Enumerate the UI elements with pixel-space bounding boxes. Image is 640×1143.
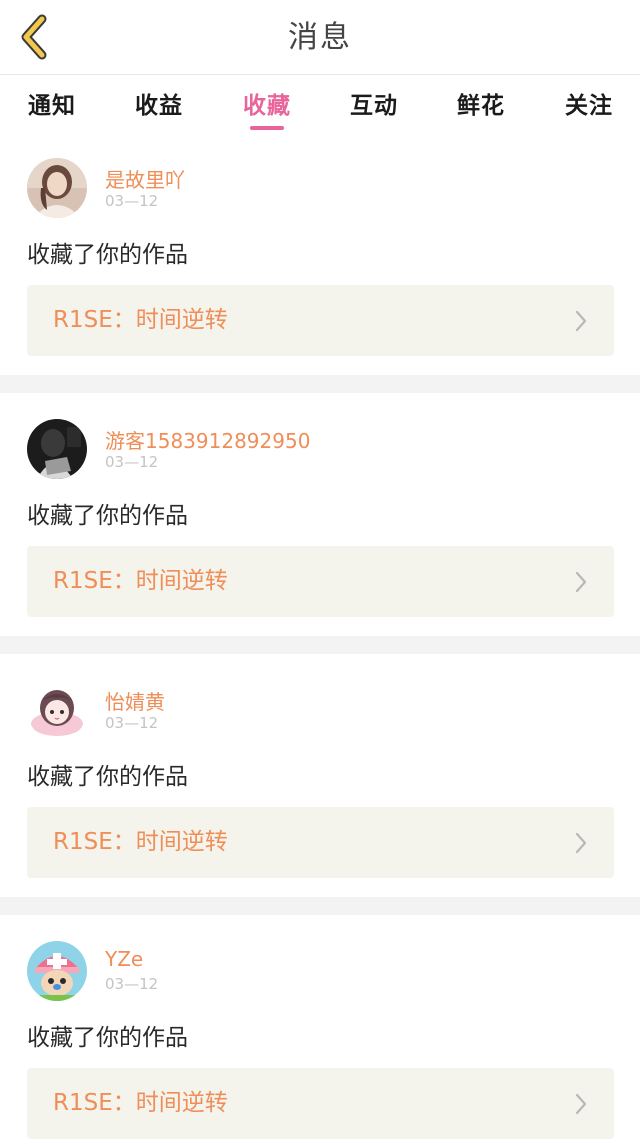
username[interactable]: 游客1583912892950 [105, 425, 310, 454]
tab-label: 收益 [135, 93, 183, 119]
chevron-right-icon [575, 832, 587, 854]
username[interactable]: YZe [105, 947, 143, 971]
list-item: 怡婧黄 03—12 收藏了你的作品 R1SE：时间逆转 [0, 654, 640, 897]
tab-label: 鲜花 [457, 93, 505, 119]
divider [0, 375, 640, 393]
top-bar: 消息 [0, 0, 640, 75]
username[interactable]: 是故里吖 [105, 164, 185, 193]
user-avatar-photo-icon [27, 158, 87, 218]
avatar[interactable] [27, 941, 87, 1001]
work-link[interactable]: R1SE：时间逆转 [27, 1068, 614, 1139]
work-link[interactable]: R1SE：时间逆转 [27, 546, 614, 617]
page-title: 消息 [288, 20, 352, 55]
date-label: 03—12 [105, 714, 159, 732]
date-label: 03—12 [105, 453, 159, 471]
date-label: 03—12 [105, 192, 159, 210]
message-tabs: 通知 收益 收藏 互动 鲜花 关注 [0, 76, 640, 132]
tab-flowers[interactable]: 鲜花 [441, 76, 521, 132]
active-tab-indicator [250, 126, 284, 130]
tab-interactions[interactable]: 互动 [334, 76, 414, 132]
chevron-left-icon [21, 14, 47, 60]
username[interactable]: 怡婧黄 [105, 686, 165, 715]
chevron-right-icon [575, 571, 587, 593]
divider [0, 897, 640, 915]
work-link[interactable]: R1SE：时间逆转 [27, 807, 614, 878]
date-label: 03—12 [105, 975, 159, 993]
tab-label: 关注 [565, 93, 613, 119]
back-button[interactable] [14, 12, 54, 62]
chevron-right-icon [575, 310, 587, 332]
tab-label: 收藏 [243, 93, 291, 119]
work-title: R1SE：时间逆转 [53, 307, 228, 333]
action-text: 收藏了你的作品 [27, 1025, 188, 1051]
work-link[interactable]: R1SE：时间逆转 [27, 285, 614, 356]
messages-screen: 消息 通知 收益 收藏 互动 鲜花 关注 是故里吖 03—12 收藏了你的作品 … [0, 0, 640, 1143]
chevron-right-icon [575, 1093, 587, 1115]
list-item: YZe 03—12 收藏了你的作品 R1SE：时间逆转 [0, 915, 640, 1143]
work-title: R1SE：时间逆转 [53, 829, 228, 855]
list-item: 游客1583912892950 03—12 收藏了你的作品 R1SE：时间逆转 [0, 393, 640, 636]
work-title: R1SE：时间逆转 [53, 1090, 228, 1116]
work-title: R1SE：时间逆转 [53, 568, 228, 594]
tab-label: 通知 [28, 93, 76, 119]
user-avatar-anime-icon [27, 680, 87, 740]
avatar[interactable] [27, 419, 87, 479]
list-item: 是故里吖 03—12 收藏了你的作品 R1SE：时间逆转 [0, 132, 640, 375]
user-avatar-dark-photo-icon [27, 419, 87, 479]
avatar[interactable] [27, 680, 87, 740]
tab-favorites[interactable]: 收藏 [227, 76, 307, 132]
tab-label: 互动 [350, 93, 398, 119]
divider [0, 636, 640, 654]
action-text: 收藏了你的作品 [27, 242, 188, 268]
avatar[interactable] [27, 158, 87, 218]
user-avatar-cartoon-icon [27, 941, 87, 1001]
action-text: 收藏了你的作品 [27, 764, 188, 790]
action-text: 收藏了你的作品 [27, 503, 188, 529]
tab-follows[interactable]: 关注 [549, 76, 629, 132]
tab-earnings[interactable]: 收益 [119, 76, 199, 132]
notification-list: 是故里吖 03—12 收藏了你的作品 R1SE：时间逆转 游客158391289… [0, 132, 640, 1143]
tab-notifications[interactable]: 通知 [12, 76, 92, 132]
